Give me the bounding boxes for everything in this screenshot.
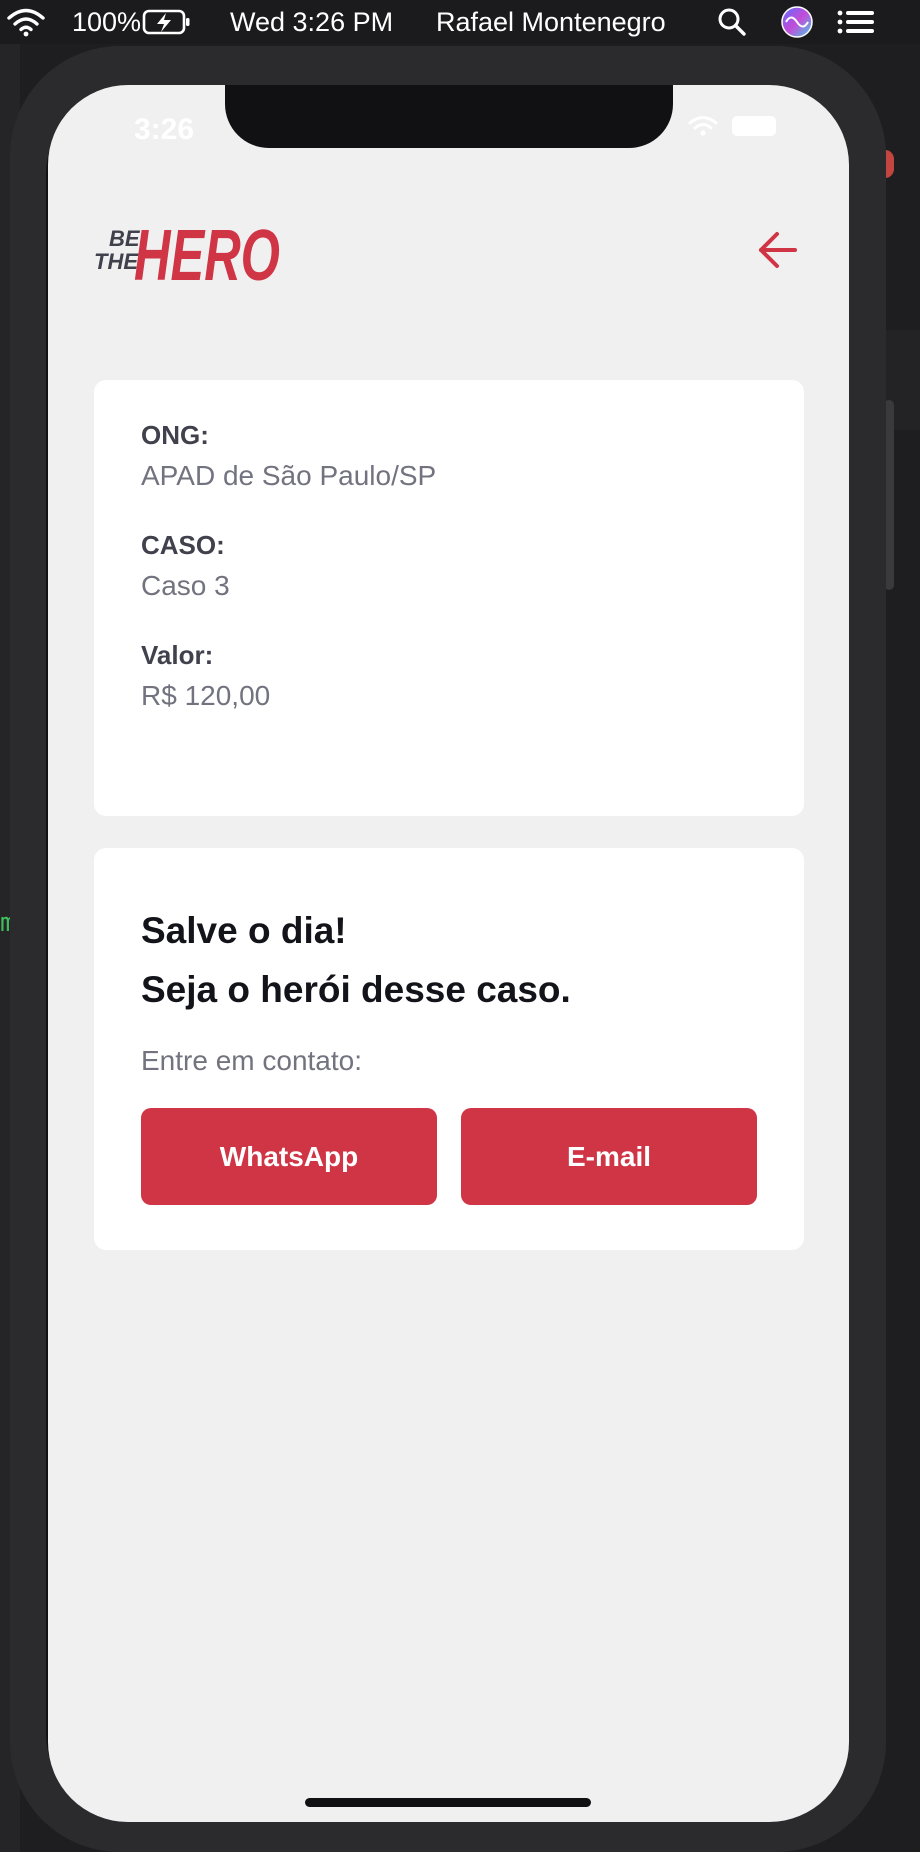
- ios-status-time: 3:26: [133, 113, 195, 146]
- contact-title-line1: Salve o dia!: [141, 910, 347, 951]
- email-button[interactable]: E-mail: [461, 1108, 757, 1205]
- iphone-notch: [225, 85, 673, 148]
- wifi-icon[interactable]: [6, 0, 46, 44]
- menubar-clock[interactable]: Wed 3:26 PM: [230, 0, 393, 44]
- contact-title-line2: Seja o herói desse caso.: [141, 969, 571, 1010]
- whatsapp-button[interactable]: WhatsApp: [141, 1108, 437, 1205]
- logo-text-the: THE: [94, 249, 139, 274]
- value-amount: R$ 120,00: [141, 680, 271, 711]
- case-label: CASO:: [141, 530, 225, 560]
- contact-card: Salve o dia! Seja o herói desse caso. En…: [94, 848, 804, 1250]
- battery-charging-icon[interactable]: [142, 0, 192, 44]
- ong-label: ONG:: [141, 420, 209, 450]
- value-label: Valor:: [141, 640, 214, 670]
- app-screen: 3:26 BE THE HERO ONG: APAD de São Paulo/…: [48, 85, 849, 1822]
- battery-percent[interactable]: 100%: [72, 0, 141, 44]
- macos-menu-bar: 100% Wed 3:26 PM Rafael Montenegro: [0, 0, 920, 44]
- be-the-hero-logo: BE THE HERO: [94, 205, 284, 296]
- home-indicator[interactable]: [305, 1798, 591, 1807]
- arrow-left-icon: [759, 232, 797, 268]
- back-button[interactable]: [753, 225, 803, 275]
- contact-title: Salve o dia! Seja o herói desse caso.: [141, 901, 571, 1019]
- siri-icon[interactable]: [780, 0, 814, 44]
- logo-text-hero: HERO: [134, 216, 280, 291]
- contact-description: Entre em contato:: [141, 1045, 363, 1076]
- ios-status-indicators: [688, 115, 776, 137]
- incident-details-card: ONG: APAD de São Paulo/SP CASO: Caso 3 V…: [94, 380, 804, 816]
- search-icon[interactable]: [716, 0, 748, 44]
- ong-value: APAD de São Paulo/SP: [141, 460, 437, 491]
- case-value: Caso 3: [141, 570, 230, 601]
- ios-battery-icon: [732, 116, 776, 136]
- ios-wifi-icon: [688, 116, 718, 136]
- menubar-user-name[interactable]: Rafael Montenegro: [436, 0, 666, 44]
- control-center-icon[interactable]: [836, 0, 876, 44]
